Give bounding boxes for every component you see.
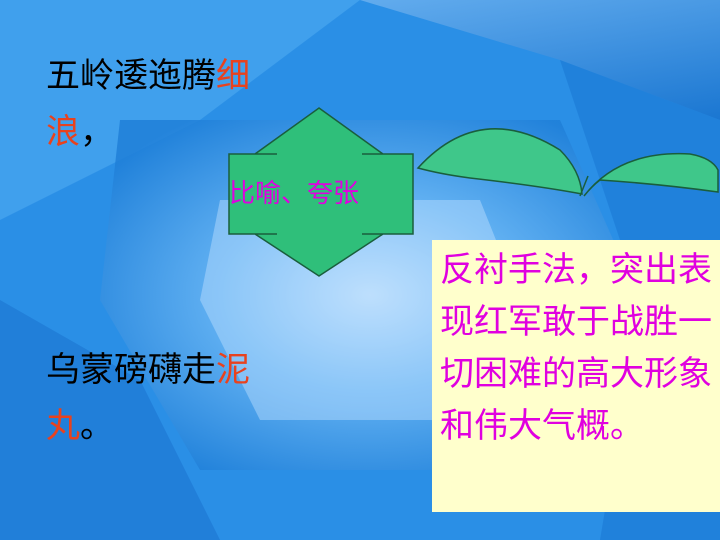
note-text: 反衬手法，突出表现红军敢于战胜一切困难的高大形象和伟大气概。 (440, 250, 712, 446)
note-box: 反衬手法，突出表现红军敢于战胜一切困难的高大形象和伟大气概。 (432, 240, 720, 512)
leaf-shape-left (416, 128, 583, 195)
leaf-shape-right (583, 152, 719, 197)
arrow-label: 比喻、夸张 (229, 179, 360, 209)
